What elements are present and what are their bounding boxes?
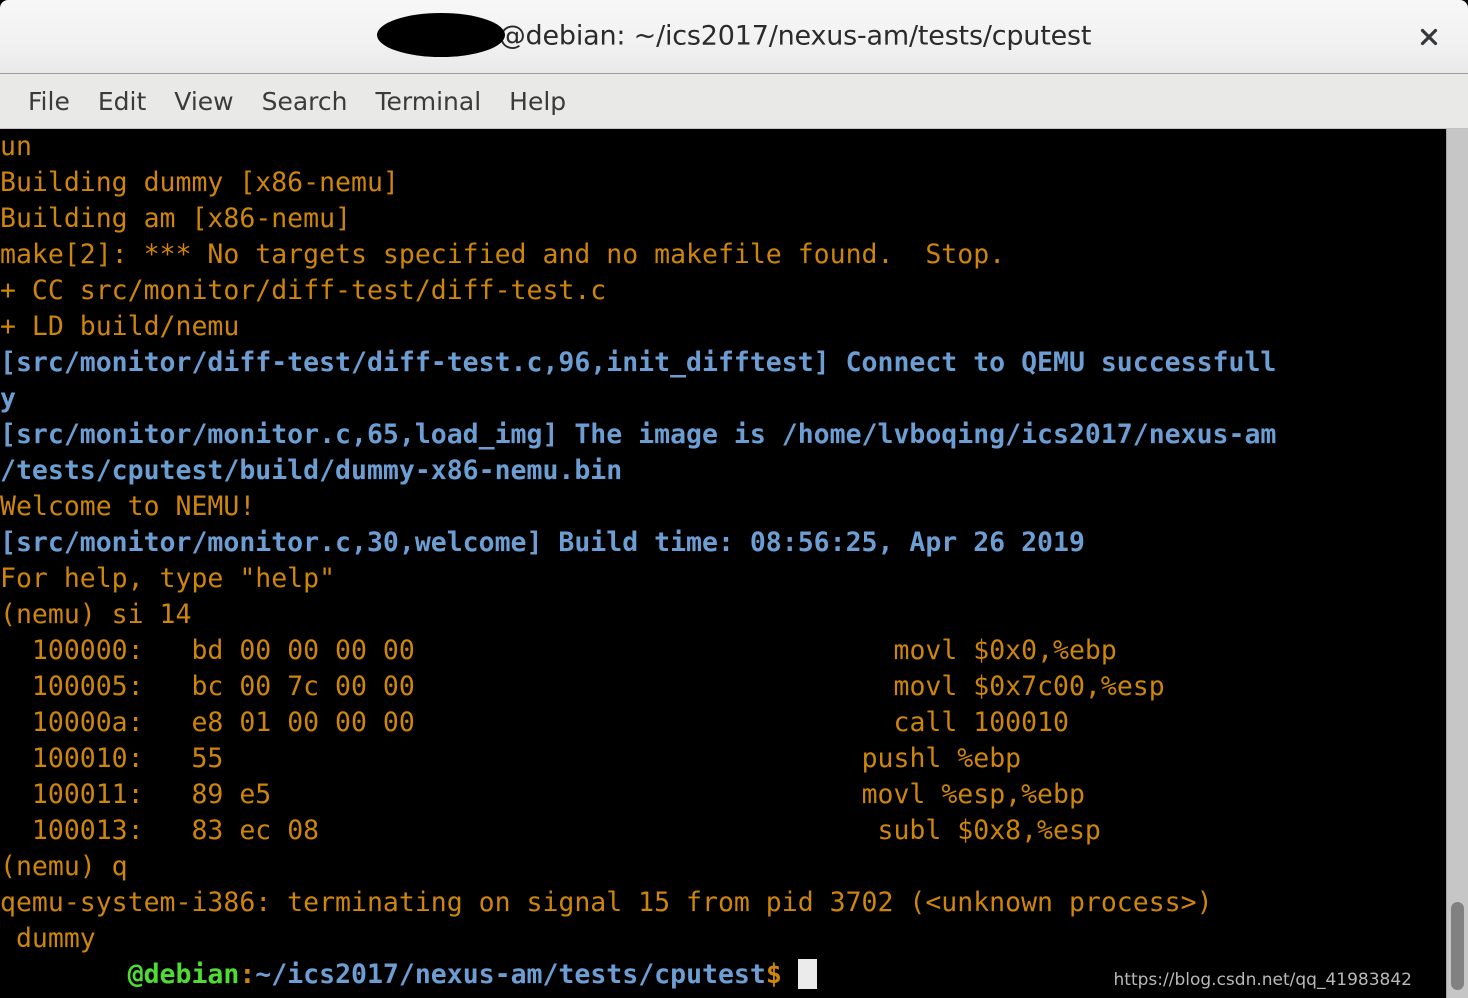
disasm-pad [415,671,894,702]
log-line-loadimg: [src/monitor/monitor.c,65,load_img] The … [0,419,1277,450]
menu-item-edit[interactable]: Edit [84,83,160,120]
disassembly-row: 100000: bd 00 00 00 00 movl $0x0,%ebp [0,633,1446,669]
disasm-gap [144,743,192,774]
command-line-si: (nemu) si 14 [0,599,192,630]
prompt-separator: : [239,959,256,990]
prompt-host: @debian [127,959,240,990]
disasm-bytes: 83 ec 08 [191,815,320,846]
menu-item-terminal[interactable]: Terminal [361,83,495,120]
output-line: Building am [x86-nemu] [0,203,351,234]
disasm-bytes: 55 [191,743,224,774]
output-line: + CC src/monitor/diff-test/diff-test.c [0,275,607,306]
scrollbar-thumb[interactable] [1451,902,1464,990]
menu-item-search[interactable]: Search [248,83,362,120]
menu-item-help[interactable]: Help [495,83,580,120]
title-bar: @debian: ~/ics2017/nexus-am/tests/cputes… [0,0,1468,74]
disasm-gap [144,707,192,738]
prompt-username-redacted [0,959,128,990]
disasm-pad [415,635,894,666]
disasm-bytes: bd 00 00 00 00 [191,635,415,666]
output-line: Building dummy [x86-nemu] [0,167,399,198]
disasm-address: 100013: [0,815,144,846]
disasm-mnemonic: pushl %ebp [861,743,1022,774]
disasm-address: 100000: [0,635,144,666]
disasm-address: 100010: [0,743,144,774]
disasm-address: 100005: [0,671,144,702]
text-cursor [797,959,817,989]
disasm-gap [144,815,192,846]
window-title: @debian: ~/ics2017/nexus-am/tests/cputes… [376,12,1092,59]
close-icon[interactable] [1412,20,1446,54]
disasm-pad [415,707,894,738]
welcome-line: Welcome to NEMU! [0,491,256,522]
terminal-output[interactable]: un Building dummy [x86-nemu] Building am… [0,129,1446,998]
disasm-mnemonic: call 100010 [893,707,1069,738]
disasm-address: 100011: [0,779,144,810]
disasm-gap [144,671,192,702]
disassembly-row: 100010: 55 pushl %ebp [0,741,1446,777]
disasm-address: 10000a: [0,707,144,738]
menu-item-file[interactable]: File [14,83,84,120]
disasm-bytes: 89 e5 [191,779,272,810]
prompt-path: ~/ics2017/nexus-am/tests/cputest [255,959,766,990]
disassembly-row: 100005: bc 00 7c 00 00 movl $0x7c00,%esp [0,669,1446,705]
log-line-loadimg-wrap: /tests/cputest/build/dummy-x86-nemu.bin [0,455,623,486]
vertical-scrollbar[interactable] [1446,129,1468,998]
log-line-buildtime: [src/monitor/monitor.c,30,welcome] Build… [0,527,1085,558]
disasm-bytes: bc 00 7c 00 00 [191,671,415,702]
disasm-pad [319,815,877,846]
username-redaction-icon [376,12,505,57]
disasm-pad [223,743,861,774]
output-line: make[2]: *** No targets specified and no… [0,239,1006,270]
disasm-gap [144,635,192,666]
window-title-text: @debian: ~/ics2017/nexus-am/tests/cputes… [498,20,1092,51]
log-line-difftest: [src/monitor/diff-test/diff-test.c,96,in… [0,347,1277,378]
dummy-line: dummy [0,923,96,954]
qemu-terminating-line: qemu-system-i386: terminating on signal … [0,887,1213,918]
disasm-mnemonic: subl $0x8,%esp [877,815,1101,846]
command-line-quit: (nemu) q [0,851,128,882]
disasm-gap [144,779,192,810]
disassembly-row: 100013: 83 ec 08 subl $0x8,%esp [0,813,1446,849]
disasm-mnemonic: movl $0x7c00,%esp [893,671,1165,702]
menu-item-view[interactable]: View [160,83,247,120]
shell-prompt-line: @debian:~/ics2017/nexus-am/tests/cputest… [0,957,1446,993]
disassembly-row: 100011: 89 e5 movl %esp,%ebp [0,777,1446,813]
terminal-body: un Building dummy [x86-nemu] Building am… [0,129,1468,998]
terminal-window: @debian: ~/ics2017/nexus-am/tests/cputes… [0,0,1468,998]
menu-bar: File Edit View Search Terminal Help [0,74,1468,129]
prompt-symbol: $ [765,959,782,990]
log-line-difftest-wrap: y [0,383,16,414]
disassembly-row: 10000a: e8 01 00 00 00 call 100010 [0,705,1446,741]
disasm-pad [271,779,861,810]
disasm-mnemonic: movl $0x0,%ebp [893,635,1117,666]
output-line: un [0,131,32,162]
output-line: + LD build/nemu [0,311,240,342]
help-hint-line: For help, type "help" [0,563,336,594]
disasm-bytes: e8 01 00 00 00 [191,707,415,738]
disasm-mnemonic: movl %esp,%ebp [861,779,1085,810]
